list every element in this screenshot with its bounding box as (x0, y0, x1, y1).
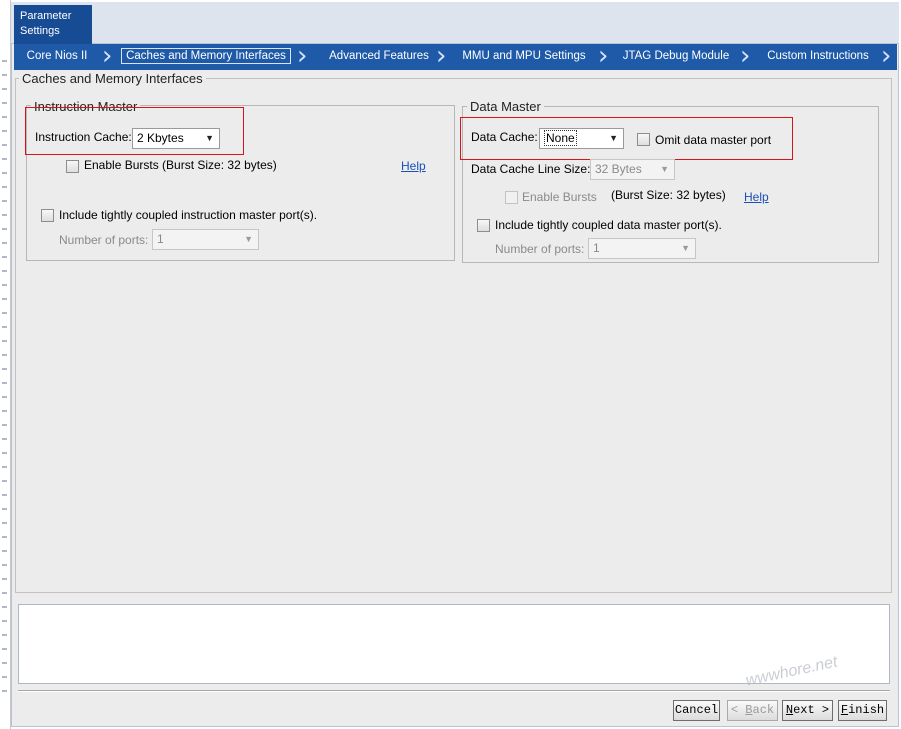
data-cache-select[interactable]: None ▼ (539, 128, 624, 149)
window-top-bar (11, 2, 899, 44)
next-rest: ext > (793, 703, 830, 717)
dropdown-arrow-icon: ▼ (609, 133, 618, 143)
instruction-help-link[interactable]: Help (401, 159, 426, 173)
back-rest: ack (752, 703, 775, 717)
step-label: Advanced Features (329, 50, 429, 62)
data-tightly-coupled-checkbox[interactable] (477, 219, 490, 232)
back-mnemonic: B (745, 703, 753, 717)
chevron-right-icon: › (102, 41, 113, 71)
chevron-right-icon: › (740, 41, 751, 71)
cancel-button[interactable]: Cancel (673, 700, 720, 721)
data-cache-label: Data Cache: (471, 130, 538, 144)
step-jtag-debug[interactable]: JTAG Debug Module (614, 44, 738, 70)
step-label: Caches and Memory Interfaces (121, 48, 291, 64)
divider (18, 690, 890, 692)
instruction-enable-bursts-label: Enable Bursts (Burst Size: 32 bytes) (84, 158, 277, 172)
instruction-cache-label: Instruction Cache: (35, 130, 132, 144)
finish-mnemonic: F (840, 703, 849, 717)
instruction-num-ports-select[interactable]: 1 ▼ (152, 229, 259, 250)
chevron-right-icon: › (436, 41, 447, 71)
chevron-right-icon: › (598, 41, 609, 71)
finish-button[interactable]: Finish (838, 700, 887, 721)
step-advanced-features[interactable]: Advanced Features (315, 44, 443, 70)
omit-data-master-label: Omit data master port (655, 133, 772, 147)
instruction-enable-bursts-checkbox[interactable] (66, 160, 79, 173)
wizard-step-bar: Core Nios II › Caches and Memory Interfa… (14, 41, 897, 71)
instruction-tightly-coupled-label: Include tightly coupled instruction mast… (59, 208, 318, 222)
step-mmu-mpu[interactable]: MMU and MPU Settings (454, 44, 594, 70)
data-help-link[interactable]: Help (744, 190, 769, 204)
instruction-num-ports-value: 1 (157, 232, 164, 246)
instruction-cache-value: 2 Kbytes (137, 131, 184, 145)
data-num-ports-label: Number of ports: (495, 242, 585, 256)
desktop-edge-ticks (2, 60, 7, 700)
step-core-nios-ii[interactable]: Core Nios II (16, 44, 98, 70)
next-button[interactable]: Next > (782, 700, 833, 721)
data-master-title: Data Master (467, 99, 544, 114)
dropdown-arrow-icon: ▼ (244, 234, 253, 244)
data-cache-value: None (544, 130, 577, 146)
tab-parameter-settings[interactable]: Parameter Settings (14, 5, 92, 44)
step-label: MMU and MPU Settings (462, 50, 586, 62)
instruction-tightly-coupled-checkbox[interactable] (41, 209, 54, 222)
data-cache-line-size-value: 32 Bytes (595, 162, 642, 176)
step-caches-memory[interactable]: Caches and Memory Interfaces (118, 44, 294, 70)
dropdown-arrow-icon: ▼ (681, 243, 690, 253)
step-custom-instructions[interactable]: Custom Instructions (756, 44, 880, 70)
data-enable-bursts-label: Enable Bursts (522, 190, 597, 204)
instruction-num-ports-label: Number of ports: (59, 233, 149, 247)
data-cache-line-size-select[interactable]: 32 Bytes ▼ (590, 159, 675, 180)
data-tightly-coupled-label: Include tightly coupled data master port… (495, 218, 722, 232)
dropdown-arrow-icon: ▼ (205, 133, 214, 143)
back-button[interactable]: < Back (727, 700, 778, 721)
finish-rest: inish (848, 703, 885, 717)
step-label: JTAG Debug Module (622, 50, 730, 62)
chevron-right-icon: › (881, 41, 892, 71)
data-cache-line-size-label: Data Cache Line Size: (471, 162, 591, 176)
data-enable-bursts-checkbox[interactable] (505, 191, 518, 204)
data-burst-size-text: (Burst Size: 32 bytes) (611, 188, 726, 202)
back-prefix: < (730, 703, 746, 717)
step-label: Custom Instructions (767, 50, 869, 62)
data-num-ports-value: 1 (593, 241, 600, 255)
chevron-right-icon: › (297, 41, 308, 71)
step-label: Core Nios II (26, 50, 88, 62)
next-mnemonic: N (785, 703, 794, 717)
dropdown-arrow-icon: ▼ (660, 164, 669, 174)
data-num-ports-select[interactable]: 1 ▼ (588, 238, 696, 259)
omit-data-master-checkbox[interactable] (637, 133, 650, 146)
caches-memory-title: Caches and Memory Interfaces (19, 71, 206, 86)
instruction-cache-select[interactable]: 2 Kbytes ▼ (132, 128, 220, 149)
